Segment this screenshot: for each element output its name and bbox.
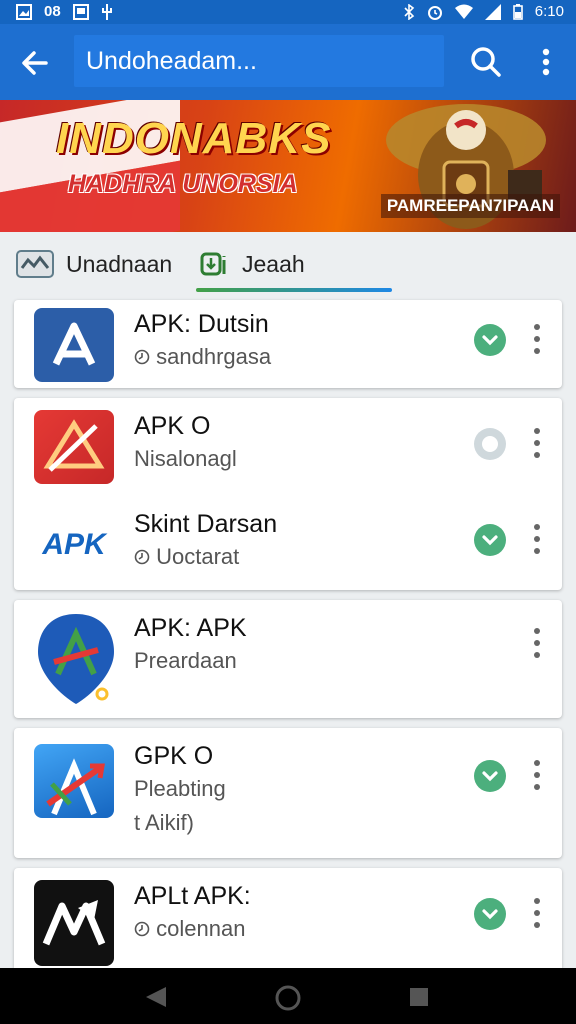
- navigation-bar: [0, 968, 576, 1024]
- overflow-menu-icon[interactable]: [526, 42, 566, 82]
- status-time: 6:10: [534, 3, 564, 20]
- app-name: APK: APK: [134, 614, 247, 642]
- more-options-icon[interactable]: [530, 896, 544, 930]
- app-card: APK O Nisalonagl APK Skint Darsan Uoctar…: [14, 398, 562, 590]
- nav-recents-icon[interactable]: [408, 986, 430, 1008]
- tab-label: Unadnaan: [66, 250, 173, 277]
- app-subtitle: Uoctarat: [134, 544, 239, 570]
- nav-home-icon[interactable]: [274, 984, 302, 1012]
- search-icon[interactable]: [466, 42, 506, 82]
- status-bar: 08 6:10: [0, 0, 576, 24]
- tab-jeaah[interactable]: Jeaah: [200, 250, 305, 278]
- back-arrow-icon[interactable]: [16, 44, 54, 82]
- list-item[interactable]: APK Skint Darsan Uoctarat: [14, 496, 562, 592]
- more-options-icon[interactable]: [530, 426, 544, 460]
- installed-check-icon: [474, 324, 506, 356]
- image-notification-icon: [16, 3, 32, 20]
- status-left-text: 08: [44, 3, 61, 20]
- more-options-icon[interactable]: [530, 522, 544, 556]
- banner-caption: PAMREEPAN7IPAAN: [380, 194, 560, 218]
- tab-indicator: [196, 288, 392, 292]
- clock-icon: [134, 549, 150, 565]
- bluetooth-icon: [404, 3, 415, 20]
- signal-icon: [484, 3, 501, 20]
- search-input[interactable]: Undoheadam...: [74, 35, 444, 87]
- more-options-icon[interactable]: [530, 626, 544, 660]
- apk-blue-arrow-icon: [34, 744, 114, 818]
- alarm-icon: [427, 5, 442, 20]
- usb-icon: [101, 3, 112, 20]
- apk-red-triangle-icon: [34, 410, 114, 484]
- list-item[interactable]: APK: Dutsin sandhrgasa: [14, 296, 562, 392]
- apk-pin-icon: [34, 610, 118, 706]
- list-item[interactable]: APK O Nisalonagl: [14, 398, 562, 494]
- app-name: APLt APK:: [134, 882, 251, 910]
- app-card: APK: Dutsin sandhrgasa: [14, 300, 562, 388]
- app-card: GPK O Pleabting t Aikif): [14, 728, 562, 858]
- apk-blue-a-icon: [34, 308, 114, 382]
- app-subtitle: sandhrgasa: [134, 344, 271, 370]
- clock-icon: [134, 349, 150, 365]
- app-subtitle: colennan: [134, 916, 245, 942]
- app-name: APK O: [134, 412, 211, 440]
- more-options-icon[interactable]: [530, 322, 544, 356]
- tab-unadnaan[interactable]: Unadnaan: [16, 250, 172, 278]
- apk-black-icon: [34, 880, 114, 966]
- app-card: APK: APK Preardaan: [14, 600, 562, 718]
- battery-icon: [512, 3, 523, 20]
- tab-label: Jeaah: [242, 250, 305, 277]
- more-options-icon[interactable]: [530, 758, 544, 792]
- download-icon: [200, 252, 226, 276]
- app-card: APLt APK: colennan: [14, 868, 562, 968]
- banner-title: INDONABKS: [56, 114, 332, 163]
- installed-check-icon: [474, 898, 506, 930]
- promo-banner[interactable]: INDONABKS HADHRA UNORSIA PAMREEPAN7IPAAN: [0, 100, 576, 232]
- wifi-icon: [454, 4, 473, 19]
- list-item[interactable]: GPK O Pleabting t Aikif): [14, 728, 562, 858]
- app-name: APK: Dutsin: [134, 310, 269, 338]
- app-subtitle: Pleabting: [134, 776, 226, 801]
- banner-subtitle: HADHRA UNORSIA: [68, 170, 298, 198]
- not-installed-circle-icon: [474, 428, 506, 460]
- clock-icon: [134, 921, 150, 937]
- app-name: Skint Darsan: [134, 510, 278, 538]
- nav-back-icon[interactable]: [144, 986, 168, 1008]
- list-item[interactable]: APLt APK: colennan: [14, 868, 562, 968]
- image-icon: [16, 250, 54, 278]
- app-subtitle: Preardaan: [134, 648, 237, 673]
- app-name: GPK O: [134, 742, 214, 770]
- app-subtitle: Nisalonagl: [134, 446, 237, 471]
- installed-check-icon: [474, 760, 506, 792]
- installed-check-icon: [474, 524, 506, 556]
- app-subtitle-2: t Aikif): [134, 810, 194, 835]
- apk-text-icon: APK: [34, 508, 114, 582]
- tab-bar: Unadnaan Jeaah: [0, 232, 576, 296]
- app-bar: Undoheadam...: [0, 24, 576, 100]
- gallery-notification-icon: [72, 3, 89, 20]
- list-item[interactable]: APK: APK Preardaan: [14, 600, 562, 718]
